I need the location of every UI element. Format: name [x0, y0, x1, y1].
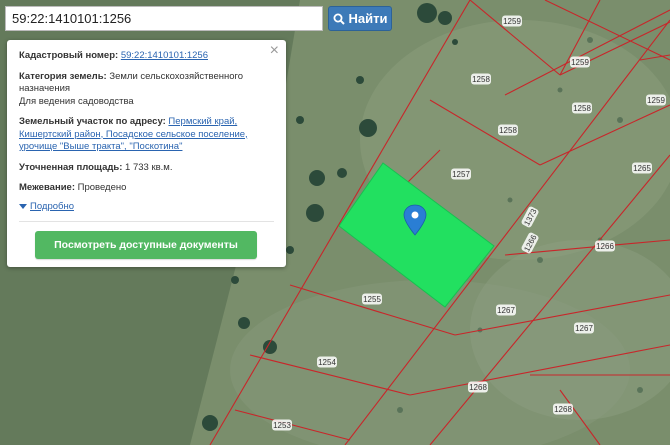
view-documents-button[interactable]: Посмотреть доступные документы — [35, 231, 257, 259]
parcel-number: 1258 — [499, 126, 517, 135]
parcel-number: 1265 — [633, 164, 651, 173]
parcel-number: 1258 — [573, 104, 591, 113]
parcel-label: 1268 — [553, 403, 573, 415]
parcel-label: 1268 — [468, 381, 488, 393]
cadastral-number-link[interactable]: 59:22:1410101:1256 — [121, 50, 208, 61]
parcel-number: 1259 — [571, 58, 589, 67]
area-value: 1 733 кв.м. — [125, 161, 173, 173]
parcel-label: 1258 — [572, 102, 592, 114]
parcel-number: 1255 — [363, 295, 381, 304]
parcel-number: 1254 — [318, 358, 336, 367]
address-link-district[interactable]: Кишертский район, Посадское сельское пос… — [19, 129, 248, 140]
divider — [19, 221, 274, 222]
parcel-number: 1259 — [503, 17, 521, 26]
parcel-label: 1259 — [646, 94, 666, 106]
address-link-locality[interactable]: урочище "Выше тракта", "Поскотина" — [19, 141, 182, 152]
land-use-value: Для ведения садоводства — [19, 95, 134, 107]
address-link-region[interactable]: Пермский край, — [168, 116, 237, 127]
parcel-number: 1259 — [647, 96, 665, 105]
parcel-label: 1259 — [570, 56, 590, 68]
area-row: Уточненная площадь: 1 733 кв.м. — [19, 162, 274, 175]
parcel-number: 1253 — [273, 421, 291, 430]
land-category-value-2: назначения — [19, 83, 71, 94]
parcel-label: 1253 — [272, 419, 292, 431]
parcel-number: 1257 — [452, 170, 470, 179]
search-button-label: Найти — [348, 11, 388, 26]
details-link[interactable]: Подробно — [30, 201, 74, 214]
details-toggle[interactable]: Подробно — [19, 201, 274, 214]
parcel-number: 1268 — [469, 383, 487, 392]
parcel-label: 1265 — [632, 162, 652, 174]
search-input[interactable]: 59:22:1410101:1256 — [5, 6, 323, 31]
search-icon — [333, 13, 345, 25]
parcel-number: 1267 — [497, 306, 515, 315]
triangle-down-icon — [19, 204, 27, 210]
survey-label: Межевание: — [19, 182, 75, 193]
address-row: Земельный участок по адресу: Пермский кр… — [19, 116, 274, 154]
parcel-info-panel: × Кадастровый номер: 59:22:1410101:1256 … — [7, 40, 286, 267]
address-label: Земельный участок по адресу: — [19, 116, 166, 127]
land-category-value: Земли сельскохозяйственного — [109, 70, 244, 82]
parcel-label: 1267 — [496, 304, 516, 316]
parcel-number: 1268 — [554, 405, 572, 414]
parcel-number: 1267 — [575, 324, 593, 333]
area-label: Уточненная площадь: — [19, 161, 123, 173]
parcel-label: 1254 — [317, 356, 337, 368]
survey-row: Межевание: Проведено — [19, 182, 274, 195]
parcel-label: 1267 — [574, 322, 594, 334]
land-category-row: Категория земель: Земли сельскохозяйстве… — [19, 71, 274, 109]
parcel-label: 1258 — [498, 124, 518, 136]
search-button[interactable]: Найти — [328, 6, 392, 31]
parcel-label: 1257 — [451, 168, 471, 180]
parcel-label: 1266 — [595, 240, 615, 252]
parcel-number: 1266 — [596, 242, 614, 251]
parcel-number: 1258 — [472, 75, 490, 84]
land-category-label: Категория земель: — [19, 70, 107, 82]
cadastral-number-row: Кадастровый номер: 59:22:1410101:1256 — [19, 50, 274, 63]
close-icon[interactable]: × — [270, 43, 279, 59]
parcel-label: 1258 — [471, 73, 491, 85]
survey-value: Проведено — [77, 182, 127, 193]
parcel-label: 1255 — [362, 293, 382, 305]
cadastral-number-label: Кадастровый номер: — [19, 50, 119, 61]
parcel-label: 1259 — [502, 15, 522, 27]
